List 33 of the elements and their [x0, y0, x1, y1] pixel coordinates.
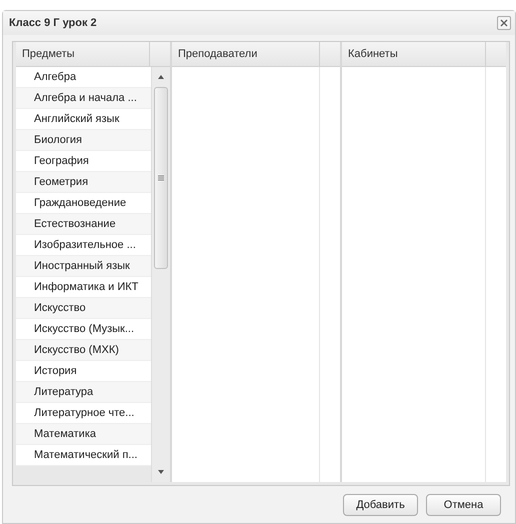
subject-row[interactable]: Граждановедение: [16, 193, 151, 214]
subject-row[interactable]: География: [16, 151, 151, 172]
subject-row[interactable]: Математический п...: [16, 445, 151, 466]
column-header[interactable]: Предметы: [16, 42, 170, 67]
subject-row[interactable]: Алгебра и начала ...: [16, 88, 151, 109]
column-title: Преподаватели: [177, 47, 258, 62]
subject-row[interactable]: Искусство (Музык...: [16, 319, 151, 340]
dialog-button[interactable]: Отмена: [426, 494, 501, 516]
subject-row[interactable]: Иностранный язык: [16, 256, 151, 277]
subject-row[interactable]: Литература: [16, 382, 151, 403]
subject-row[interactable]: Биология: [16, 130, 151, 151]
column-header[interactable]: Кабинеты: [342, 42, 506, 67]
scroll-thumb[interactable]: [154, 87, 168, 269]
subject-row[interactable]: Изобразительное ...: [16, 235, 151, 256]
subject-row[interactable]: Искусство (МХК): [16, 340, 151, 361]
subject-row[interactable]: Геометрия: [16, 172, 151, 193]
subject-row[interactable]: Естествознание: [16, 214, 151, 235]
dialog-button[interactable]: Добавить: [343, 494, 418, 516]
close-button[interactable]: [497, 16, 511, 30]
subject-row[interactable]: Литературное чте...: [16, 403, 151, 424]
grip-icon: [158, 175, 164, 181]
subject-row[interactable]: Математика: [16, 424, 151, 445]
subject-row[interactable]: Информатика и ИКТ: [16, 277, 151, 298]
window-title: Класс 9 Г урок 2: [9, 17, 97, 29]
column-title: Кабинеты: [347, 47, 399, 62]
subject-row[interactable]: Английский язык: [16, 109, 151, 130]
subject-row[interactable]: Искусство: [16, 298, 151, 319]
subject-row[interactable]: История: [16, 361, 151, 382]
column-header[interactable]: Преподаватели: [172, 42, 340, 67]
subject-row[interactable]: Алгебра: [16, 67, 151, 88]
column-title: Предметы: [21, 47, 76, 62]
scrollbar[interactable]: [152, 67, 170, 482]
close-icon: [500, 19, 508, 27]
